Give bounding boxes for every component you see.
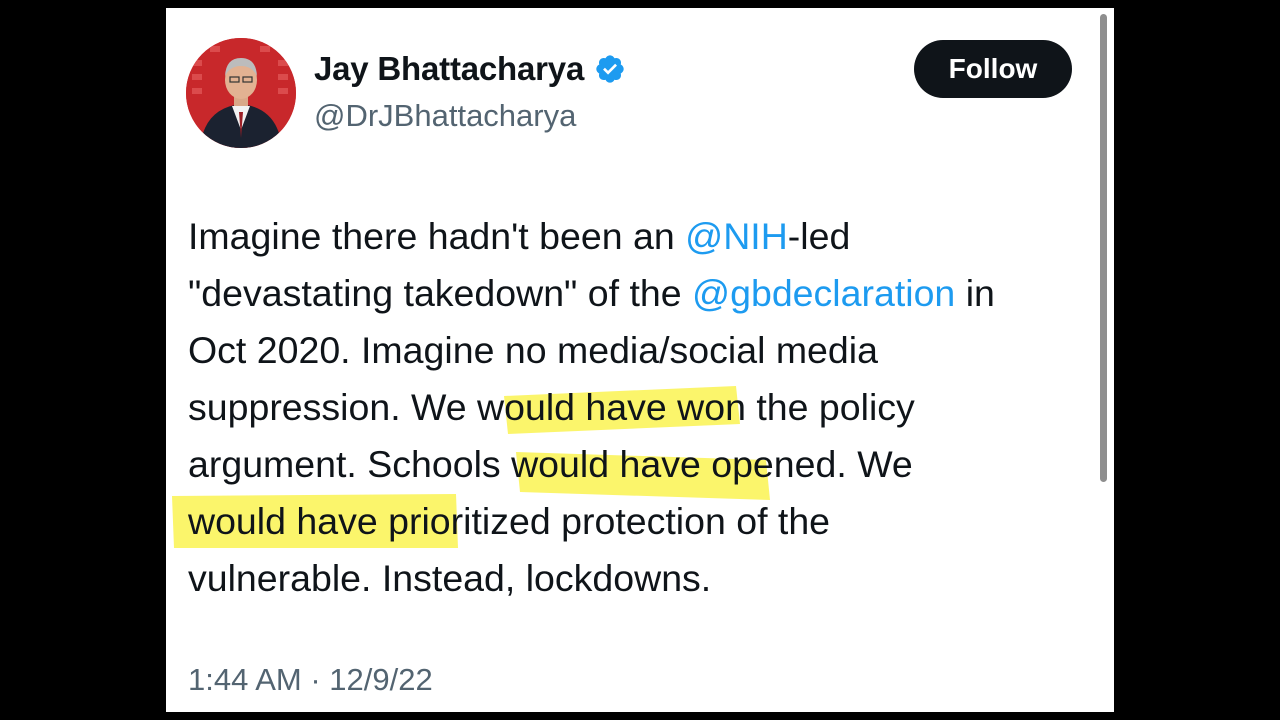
tweet-text-segment: would have prioritized protection of the: [188, 500, 831, 542]
author-handle[interactable]: @DrJBhattacharya: [314, 98, 576, 134]
tweet-text-segment: in: [955, 272, 995, 314]
tweet-text-segment: "devastating takedown" of the: [188, 272, 693, 314]
tweet-text-segment: argument. Schools would have opened. We: [188, 443, 913, 485]
tweet-text-line: vulnerable. Instead, lockdowns.: [188, 550, 1108, 607]
avatar[interactable]: [186, 38, 296, 148]
tweet-text: Imagine there hadn't been an @NIH-led "de…: [188, 208, 1108, 607]
tweet-text-line: argument. Schools would have opened. We: [188, 436, 1108, 493]
tweet-timestamp[interactable]: 1:44 AM · 12/9/22: [188, 662, 433, 698]
tweet-text-line: would have prioritized protection of the: [188, 493, 1108, 550]
mention-link[interactable]: @NIH: [685, 215, 788, 257]
tweet-text-line: "devastating takedown" of the @gbdeclara…: [188, 265, 1108, 322]
author-display-name[interactable]: Jay Bhattacharya: [314, 50, 584, 88]
mention-link[interactable]: @gbdeclaration: [692, 272, 955, 314]
tweet-card: Jay Bhattacharya @DrJBhattacharya Follow…: [166, 8, 1114, 712]
tweet-text-segment: vulnerable. Instead, lockdowns.: [188, 557, 712, 599]
follow-button[interactable]: Follow: [914, 40, 1072, 98]
tweet-text-line: suppression. We would have won the polic…: [188, 379, 1108, 436]
tweet-text-line: Oct 2020. Imagine no media/social media: [188, 322, 1108, 379]
author-name-row: Jay Bhattacharya: [314, 50, 626, 88]
tweet-text-segment: suppression. We would have won the polic…: [188, 386, 915, 428]
tweet-text-line: Imagine there hadn't been an @NIH-led: [188, 208, 1108, 265]
tweet-text-segment: Oct 2020. Imagine no media/social media: [188, 329, 878, 371]
tweet-text-segment: Imagine there hadn't been an: [188, 215, 686, 257]
tweet-text-segment: -led: [787, 215, 851, 257]
verified-badge-icon: [596, 55, 624, 83]
